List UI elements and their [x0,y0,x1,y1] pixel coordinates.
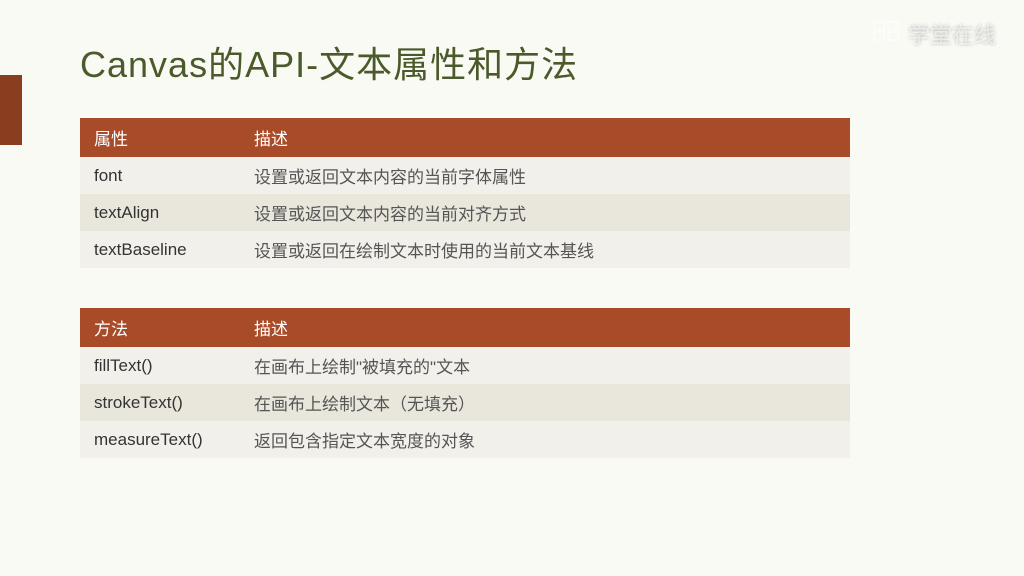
cell-name: font [80,157,240,194]
watermark-text: 学堂在线 [908,18,996,50]
cell-desc: 在画布上绘制文本（无填充） [240,384,850,421]
slide-title: Canvas的API-文本属性和方法 [80,36,578,88]
slide: 学堂在线 Canvas的API-文本属性和方法 属性 描述 font 设置或返回… [0,0,1024,576]
table-row: measureText() 返回包含指定文本宽度的对象 [80,421,850,458]
table1-header-desc: 描述 [240,118,850,157]
table-row: font 设置或返回文本内容的当前字体属性 [80,157,850,194]
methods-table: 方法 描述 fillText() 在画布上绘制"被填充的"文本 strokeTe… [80,308,850,458]
table2-header-name: 方法 [80,308,240,347]
table2-header-desc: 描述 [240,308,850,347]
cell-desc: 设置或返回文本内容的当前字体属性 [240,157,850,194]
cell-name: measureText() [80,421,240,458]
table-row: textBaseline 设置或返回在绘制文本时使用的当前文本基线 [80,231,850,268]
cell-desc: 返回包含指定文本宽度的对象 [240,421,850,458]
watermark-logo-icon [872,20,900,48]
table-row: strokeText() 在画布上绘制文本（无填充） [80,384,850,421]
table-row: textAlign 设置或返回文本内容的当前对齐方式 [80,194,850,231]
cell-desc: 设置或返回文本内容的当前对齐方式 [240,194,850,231]
accent-bar [0,75,22,145]
cell-name: fillText() [80,347,240,384]
cell-name: textAlign [80,194,240,231]
cell-desc: 在画布上绘制"被填充的"文本 [240,347,850,384]
table1-header-name: 属性 [80,118,240,157]
table-row: fillText() 在画布上绘制"被填充的"文本 [80,347,850,384]
properties-table: 属性 描述 font 设置或返回文本内容的当前字体属性 textAlign 设置… [80,118,850,268]
watermark: 学堂在线 [872,18,996,50]
cell-name: textBaseline [80,231,240,268]
cell-name: strokeText() [80,384,240,421]
slide-content: 属性 描述 font 设置或返回文本内容的当前字体属性 textAlign 设置… [80,118,850,498]
cell-desc: 设置或返回在绘制文本时使用的当前文本基线 [240,231,850,268]
